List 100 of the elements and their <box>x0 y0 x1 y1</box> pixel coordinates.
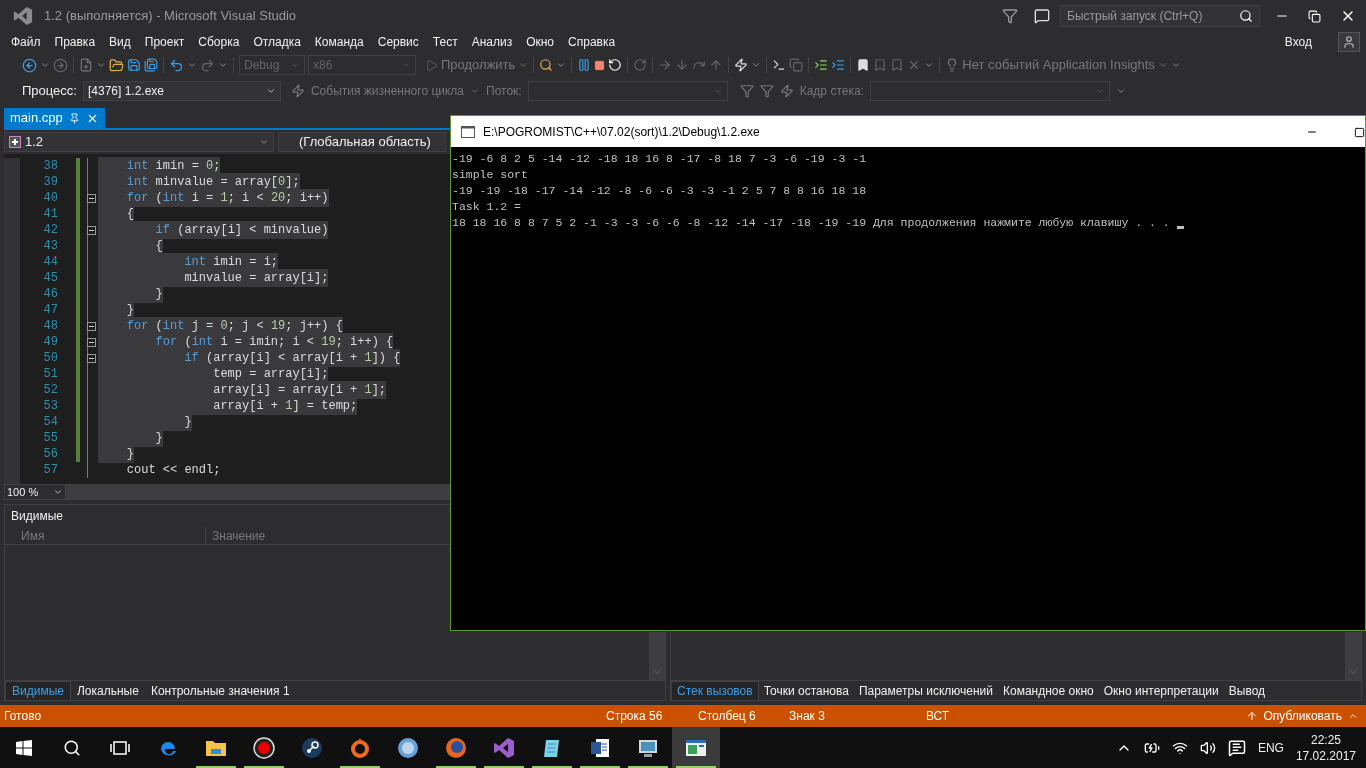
menu-item[interactable]: Вид <box>102 33 138 51</box>
panel-tab[interactable]: Окно интерпретации <box>1098 680 1224 701</box>
project-dropdown[interactable]: 1.2 <box>4 132 274 152</box>
disc-icon[interactable] <box>397 736 419 759</box>
menu-item[interactable]: Файл <box>4 33 48 51</box>
caret-icon[interactable] <box>556 60 567 70</box>
zoom-dropdown[interactable]: 100 % <box>4 484 66 500</box>
project-icon <box>9 136 21 148</box>
language-indicator[interactable]: ENG <box>1257 738 1284 757</box>
menu-item[interactable]: Отладка <box>246 33 308 51</box>
caret-icon[interactable] <box>218 60 228 70</box>
caret-icon[interactable] <box>1348 711 1358 721</box>
caret-icon[interactable] <box>1170 60 1181 70</box>
editor-tab[interactable]: main.cpp <box>4 108 105 128</box>
console-line: -19 -19 -18 -17 -14 -12 -8 -6 -6 -3 -3 -1 2 5 7 8 8 16 18 18 <box>451 183 867 199</box>
panel-tab[interactable]: Стек вызовов <box>671 680 759 701</box>
undo-icon[interactable] <box>169 57 184 73</box>
terminal-icon[interactable] <box>772 58 787 72</box>
panel-tab[interactable]: Локальные <box>70 680 145 701</box>
wheel-icon[interactable] <box>301 736 323 759</box>
caret-icon[interactable] <box>53 487 63 497</box>
new-file-icon[interactable] <box>79 58 93 72</box>
task-view-icon[interactable] <box>110 740 130 755</box>
collapse-icon[interactable] <box>86 353 96 363</box>
line-number: 50 <box>42 350 59 367</box>
caret-icon[interactable] <box>187 60 197 70</box>
clock-time[interactable]: 22:25 <box>1310 731 1341 748</box>
globe-icon[interactable] <box>445 736 467 759</box>
panel-tab[interactable]: Контрольные значения 1 <box>144 680 296 701</box>
panel-tab[interactable]: Командное окно <box>998 680 1099 701</box>
menu-item[interactable]: Справка <box>561 33 623 51</box>
caret-icon[interactable] <box>40 60 50 70</box>
menu-item[interactable]: Анализ <box>464 33 520 51</box>
caret-icon[interactable] <box>259 137 269 147</box>
search-icon[interactable] <box>63 738 81 757</box>
save-all-icon[interactable] <box>144 58 158 72</box>
pause-icon[interactable] <box>577 58 592 72</box>
panel-tab[interactable]: Вывод <box>1223 680 1271 701</box>
caret-icon[interactable] <box>924 60 935 70</box>
stack-frame-label: Кадр стека: <box>799 83 864 100</box>
scrollbar[interactable] <box>649 632 665 680</box>
caret-icon[interactable] <box>265 86 276 96</box>
indent-icon[interactable] <box>814 58 829 72</box>
menu-item[interactable]: Тест <box>425 33 465 51</box>
console-line: Task 1.2 = <box>451 199 521 215</box>
pin-icon[interactable] <box>68 112 80 124</box>
quick-launch-field[interactable]: Быстрый запуск (Ctrl+Q) <box>1060 5 1260 27</box>
clock-date[interactable]: 17.02.2017 <box>1295 747 1356 764</box>
forward-icon[interactable] <box>53 57 68 73</box>
filter-icon[interactable] <box>759 84 774 98</box>
ring-icon[interactable] <box>350 736 370 759</box>
collapse-icon[interactable] <box>86 225 96 235</box>
caret-icon[interactable] <box>1115 86 1126 96</box>
column-indicator: Столбец 6 <box>698 708 757 725</box>
menu-item[interactable]: Команда <box>307 33 371 51</box>
panel-tab[interactable]: Видимые <box>5 680 71 701</box>
document-icon[interactable] <box>589 736 611 759</box>
record-icon[interactable] <box>253 736 275 759</box>
scope-dropdown[interactable]: (Глобальная область) <box>278 132 446 152</box>
search-icon[interactable] <box>1239 9 1253 23</box>
menu-item[interactable]: Сервис <box>370 33 426 51</box>
console-line: 18 18 16 8 8 7 5 2 -1 -3 -3 -6 -6 -8 -12 -14 -17 -18 -19 -19 Для продолжения нажмите любую клавишу . . . <box>451 215 1170 231</box>
stop-icon[interactable] <box>594 59 606 71</box>
save-icon[interactable] <box>127 58 141 72</box>
scrollbar[interactable] <box>1345 632 1361 680</box>
caret-icon[interactable] <box>96 60 106 70</box>
maximize-icon[interactable] <box>1354 126 1365 138</box>
folder-icon[interactable] <box>205 738 227 757</box>
feedback-icon[interactable] <box>1034 8 1050 24</box>
ribbon-logo-icon[interactable] <box>493 736 515 759</box>
panel-tab[interactable]: Точки останова <box>758 680 854 701</box>
back-icon[interactable] <box>22 57 37 73</box>
find-icon[interactable] <box>539 58 554 72</box>
bookmark-icon[interactable] <box>856 58 871 72</box>
collapse-icon[interactable] <box>86 193 96 203</box>
folder-icon[interactable] <box>109 57 124 73</box>
redo-icon[interactable] <box>200 57 215 73</box>
caret-icon[interactable] <box>751 60 762 70</box>
console-icon <box>461 125 475 138</box>
collapse-icon[interactable] <box>86 321 96 331</box>
volume-icon[interactable] <box>1199 739 1216 756</box>
filter-icon[interactable] <box>1002 8 1018 24</box>
menu-item[interactable]: Окно <box>519 33 562 51</box>
taskbar-button[interactable] <box>672 727 720 768</box>
line-number: 57 <box>42 462 59 479</box>
process-dropdown[interactable]: [4376] 1.2.exe <box>82 81 281 101</box>
panel-tab[interactable]: Параметры исключений <box>853 680 998 701</box>
notification-icon[interactable] <box>1227 738 1246 757</box>
window-app-icon[interactable] <box>685 737 707 758</box>
menu-item[interactable]: Проект <box>137 33 192 51</box>
menu-item[interactable]: Сборка <box>191 33 247 51</box>
ribbon-logo-icon <box>12 6 34 26</box>
collapse-icon[interactable] <box>86 337 96 347</box>
menu-item[interactable]: Правка <box>47 33 103 51</box>
publish-button[interactable]: Опубликовать <box>1245 707 1358 725</box>
restore-icon[interactable] <box>1307 9 1321 23</box>
line-number: 46 <box>42 286 59 303</box>
sign-in-link[interactable]: Вход <box>1284 33 1312 51</box>
restart-icon[interactable] <box>608 58 623 72</box>
windows-logo-icon[interactable] <box>16 739 32 756</box>
